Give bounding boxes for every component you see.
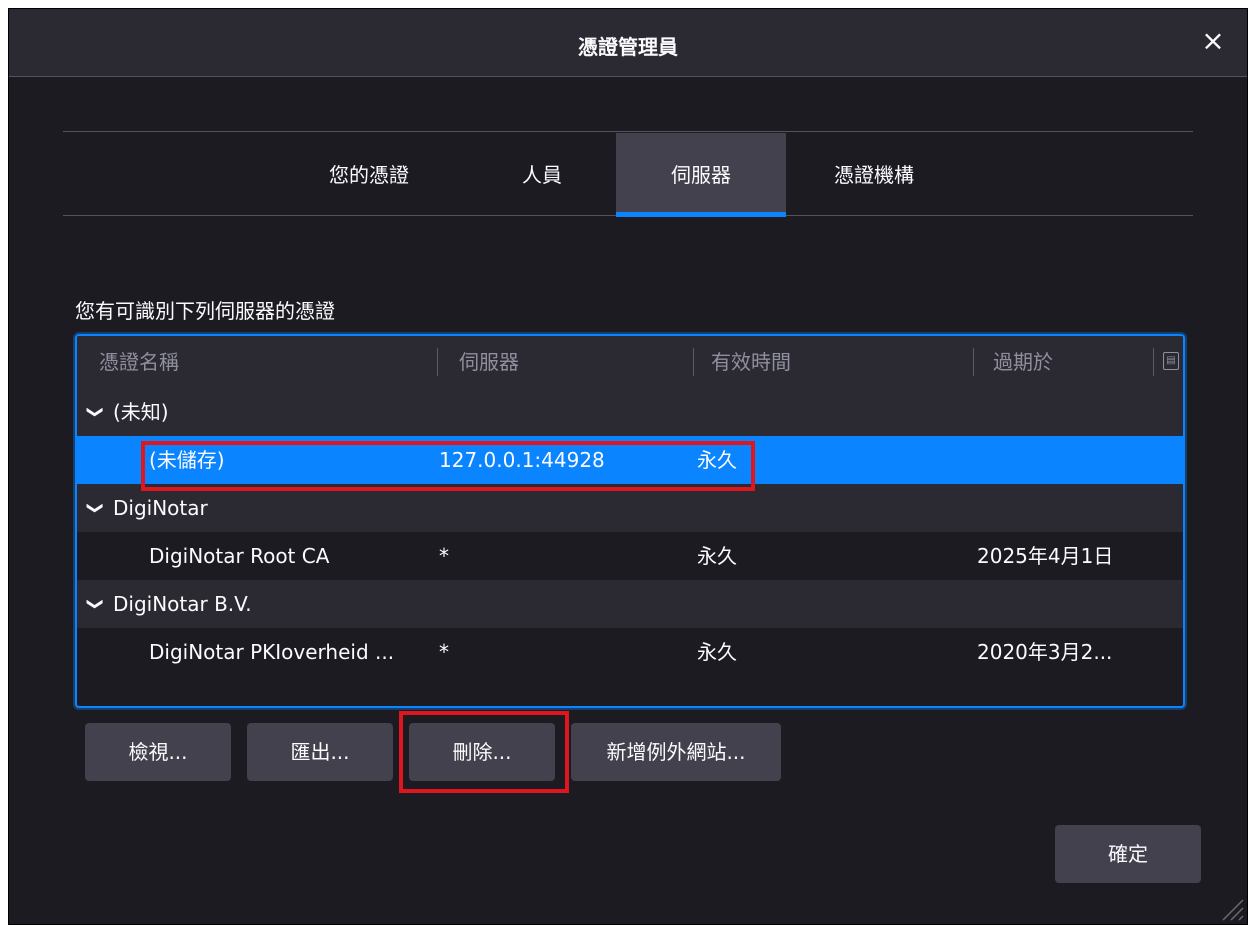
column-header-server[interactable]: 伺服器 [459,336,519,388]
tab-selected-indicator [616,212,786,217]
tabs-top-divider [63,131,1193,132]
column-header-lifetime[interactable]: 有效時間 [711,336,791,388]
column-separator[interactable] [437,348,438,376]
tree-header: 憑證名稱 伺服器 有效時間 過期於 ▤ [77,336,1183,388]
cert-lifetime: 永久 [697,640,737,664]
cert-expires: 2025年4月1日 [977,544,1114,568]
tab-your-certificates[interactable]: 您的憑證 [299,133,439,217]
delete-button[interactable]: 刪除... [409,723,555,781]
cert-expires: 2020年3月2... [977,640,1113,664]
tree-cert-row[interactable]: (未儲存) 127.0.0.1:44928 永久 [77,436,1183,484]
tab-label: 憑證機構 [834,163,914,187]
cert-name: DigiNotar PKIoverheid ... [149,640,395,664]
tree-cert-row[interactable]: DigiNotar PKIoverheid ... * 永久 2020年3月2.… [77,628,1183,676]
tab-people[interactable]: 人員 [487,133,597,217]
resize-grip-icon[interactable] [1217,894,1245,922]
tab-label: 伺服器 [671,163,731,187]
column-separator[interactable] [693,348,694,376]
server-certificate-tree[interactable]: 憑證名稱 伺服器 有效時間 過期於 ▤ ❯ (未知) (未儲存) 127.0.0… [75,334,1185,708]
column-picker-icon[interactable]: ▤ [1163,352,1179,370]
cert-server: * [439,544,449,568]
column-header-expires[interactable]: 過期於 [993,336,1053,388]
group-name: DigiNotar [113,496,208,520]
cert-server: * [439,640,449,664]
column-separator[interactable] [1153,348,1154,376]
cert-lifetime: 永久 [697,448,737,472]
tab-authorities[interactable]: 憑證機構 [799,133,949,217]
section-description: 您有可識別下列伺服器的憑證 [75,299,335,323]
tree-group-row[interactable]: ❯ DigiNotar [77,484,1183,532]
dialog-title: 憑證管理員 [578,35,678,59]
export-button[interactable]: 匯出... [247,723,393,781]
group-name: (未知) [113,400,169,424]
close-icon[interactable]: × [1197,25,1229,57]
column-header-cert-name[interactable]: 憑證名稱 [99,336,179,388]
certificate-manager-dialog: 憑證管理員 × 您的憑證 人員 伺服器 憑證機構 您有可識別下列伺服器的憑證 憑… [8,8,1248,925]
cert-server: 127.0.0.1:44928 [439,448,605,472]
cert-lifetime: 永久 [697,544,737,568]
group-name: DigiNotar B.V. [113,592,252,616]
view-button[interactable]: 檢視... [85,723,231,781]
ok-button[interactable]: 確定 [1055,825,1201,883]
add-exception-button[interactable]: 新增例外網站... [571,723,781,781]
tab-label: 您的憑證 [329,163,409,187]
tab-servers[interactable]: 伺服器 [616,133,786,217]
cert-name: (未儲存) [149,448,225,472]
tree-group-row[interactable]: ❯ DigiNotar B.V. [77,580,1183,628]
tab-label: 人員 [522,163,562,187]
dialog-titlebar: 憑證管理員 × [9,9,1247,77]
cert-name: DigiNotar Root CA [149,544,330,568]
column-separator[interactable] [973,348,974,376]
tree-cert-row[interactable]: DigiNotar Root CA * 永久 2025年4月1日 [77,532,1183,580]
tree-group-row[interactable]: ❯ (未知) [77,388,1183,436]
